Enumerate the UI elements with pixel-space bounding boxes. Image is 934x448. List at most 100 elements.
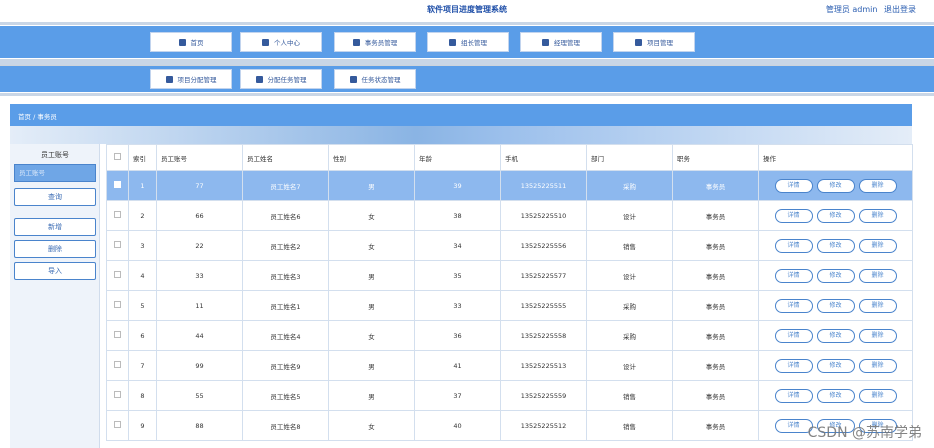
table-cell: 事务员: [672, 410, 759, 441]
table-cell: 36: [414, 320, 501, 351]
table-cell: 销售: [586, 230, 673, 261]
nav-label: 经理管理: [554, 39, 580, 47]
edit-button[interactable]: 修改: [816, 238, 855, 253]
delete-row-button[interactable]: 删除: [858, 388, 897, 403]
table-cell: 设计: [586, 200, 673, 231]
edit-button[interactable]: 修改: [816, 208, 855, 223]
detail-button[interactable]: 详情: [774, 298, 813, 313]
table-row[interactable]: 5 11 员工姓名1 男 33 13525225555 采购 事务员 详情 修改 删除: [106, 290, 913, 321]
detail-button[interactable]: 详情: [774, 328, 813, 343]
action-cell: 详情 修改 删除: [758, 260, 913, 291]
import-button[interactable]: 导入: [14, 262, 96, 280]
detail-button[interactable]: 详情: [774, 358, 813, 373]
delete-row-button[interactable]: 删除: [858, 178, 897, 193]
delete-row-button[interactable]: 删除: [858, 298, 897, 313]
action-cell: 详情 修改 删除: [758, 350, 913, 381]
nav2-item-2[interactable]: 任务状态管理: [334, 69, 416, 89]
table-cell: 女: [328, 200, 415, 231]
nav-item-2[interactable]: 事务员管理: [334, 32, 416, 52]
table-cell: 77: [156, 170, 243, 201]
table-cell: 采购: [586, 170, 673, 201]
row-checkbox[interactable]: [114, 271, 121, 278]
table-cell: 员工姓名9: [242, 350, 329, 381]
nav-item-5[interactable]: 项目管理: [613, 32, 695, 52]
table-row[interactable]: 2 66 员工姓名6 女 38 13525225510 设计 事务员 详情 修改 删除: [106, 200, 913, 231]
edit-button[interactable]: 修改: [816, 178, 855, 193]
table-row[interactable]: 9 88 员工姓名8 女 40 13525225512 销售 事务员 详情 修改 删除: [106, 410, 913, 441]
table-row[interactable]: 8 55 员工姓名5 男 37 13525225559 销售 事务员 详情 修改 删除: [106, 380, 913, 411]
top-bar: 软件项目进度管理系统 管理员 admin 退出登录: [0, 0, 934, 22]
table-cell: 7: [128, 350, 157, 381]
delete-row-button[interactable]: 删除: [858, 328, 897, 343]
employee-account-input[interactable]: 员工账号: [14, 164, 96, 182]
delete-row-button[interactable]: 删除: [858, 268, 897, 283]
nav-label: 事务员管理: [364, 39, 398, 47]
table-cell: 41: [414, 350, 501, 381]
detail-button[interactable]: 详情: [774, 238, 813, 253]
table-cell: 采购: [586, 320, 673, 351]
table-cell: 9: [128, 410, 157, 441]
nav2-item-0[interactable]: 项目分配管理: [150, 69, 232, 89]
select-all-checkbox[interactable]: [114, 153, 121, 160]
edit-button[interactable]: 修改: [816, 358, 855, 373]
row-checkbox[interactable]: [114, 301, 121, 308]
nav-item-3[interactable]: 组长管理: [427, 32, 509, 52]
user-name: 管理员 admin: [825, 5, 878, 14]
nav-item-1[interactable]: 个人中心: [240, 32, 322, 52]
breadcrumb: 首页 / 事务员: [18, 113, 57, 121]
table-cell: 13525225558: [500, 320, 587, 351]
table-cell: 员工姓名7: [242, 170, 329, 201]
delete-row-button[interactable]: 删除: [858, 238, 897, 253]
row-checkbox[interactable]: [114, 241, 121, 248]
column-header: 手机: [500, 144, 587, 171]
row-checkbox[interactable]: [114, 181, 121, 188]
edit-button[interactable]: 修改: [816, 388, 855, 403]
action-cell: 详情 修改 删除: [758, 170, 913, 201]
detail-button[interactable]: 详情: [774, 178, 813, 193]
nav2-item-1[interactable]: 分配任务管理: [240, 69, 322, 89]
table-cell: 事务员: [672, 200, 759, 231]
table-cell: 事务员: [672, 290, 759, 321]
nav-label: 任务状态管理: [361, 76, 401, 84]
query-button[interactable]: 查询: [14, 188, 96, 206]
row-checkbox[interactable]: [114, 361, 121, 368]
table-row[interactable]: 3 22 员工姓名2 女 34 13525225556 销售 事务员 详情 修改 删除: [106, 230, 913, 261]
nav-label: 组长管理: [461, 39, 487, 47]
add-button[interactable]: 新增: [14, 218, 96, 236]
delete-row-button[interactable]: 删除: [858, 358, 897, 373]
table-cell: 事务员: [672, 350, 759, 381]
table-cell: 女: [328, 410, 415, 441]
table-row[interactable]: 4 33 员工姓名3 男 35 13525225577 设计 事务员 详情 修改 删除: [106, 260, 913, 291]
table-row[interactable]: 1 77 员工姓名7 男 39 13525225511 采购 事务员 详情 修改 删除: [106, 170, 913, 201]
row-select-cell: [106, 170, 129, 201]
decor-glow: [10, 126, 912, 144]
row-select-cell: [106, 410, 129, 441]
edit-button[interactable]: 修改: [816, 328, 855, 343]
table-cell: 13525225512: [500, 410, 587, 441]
edit-button[interactable]: 修改: [816, 268, 855, 283]
table-cell: 员工姓名4: [242, 320, 329, 351]
table-cell: 男: [328, 170, 415, 201]
detail-button[interactable]: 详情: [774, 268, 813, 283]
table-cell: 员工姓名1: [242, 290, 329, 321]
nav-item-4[interactable]: 经理管理: [520, 32, 602, 52]
table-row[interactable]: 6 44 员工姓名4 女 36 13525225558 采购 事务员 详情 修改 删除: [106, 320, 913, 351]
detail-button[interactable]: 详情: [774, 388, 813, 403]
row-checkbox[interactable]: [114, 421, 121, 428]
logout-link[interactable]: 退出登录: [884, 5, 916, 14]
edit-button[interactable]: 修改: [816, 298, 855, 313]
delete-button[interactable]: 删除: [14, 240, 96, 258]
delete-row-button[interactable]: 删除: [858, 208, 897, 223]
row-checkbox[interactable]: [114, 391, 121, 398]
nav-item-0[interactable]: 首页: [150, 32, 232, 52]
detail-button[interactable]: 详情: [774, 208, 813, 223]
table-cell: 销售: [586, 380, 673, 411]
watermark: CSDN @苏南学弟: [807, 425, 922, 441]
table-cell: 5: [128, 290, 157, 321]
table-cell: 员工姓名8: [242, 410, 329, 441]
row-checkbox[interactable]: [114, 331, 121, 338]
table-cell: 39: [414, 170, 501, 201]
row-checkbox[interactable]: [114, 211, 121, 218]
table-row[interactable]: 7 99 员工姓名9 男 41 13525225513 设计 事务员 详情 修改 删除: [106, 350, 913, 381]
search-label: 员工账号: [41, 151, 69, 159]
